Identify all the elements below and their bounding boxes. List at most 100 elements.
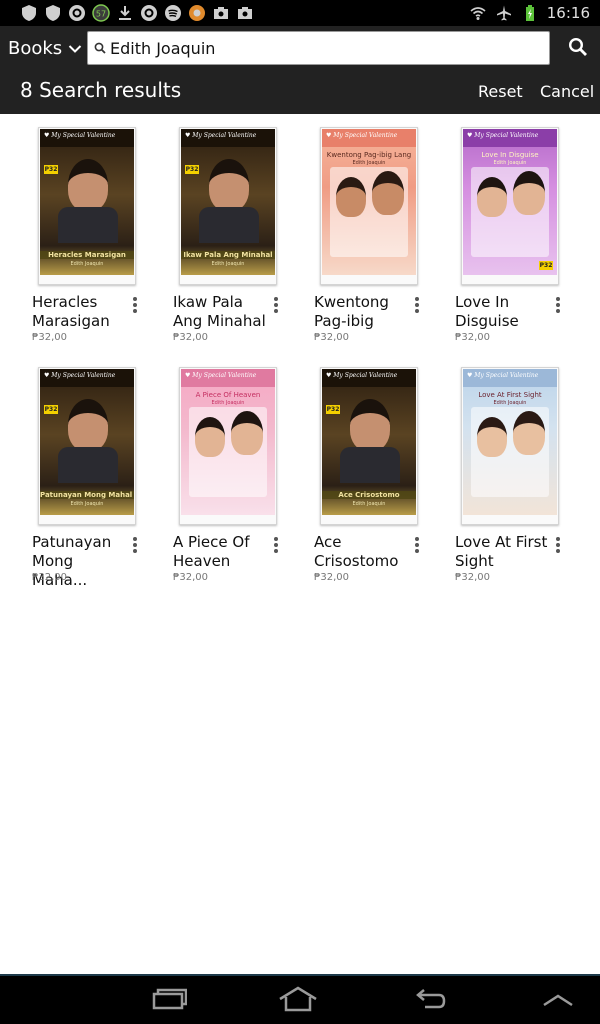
- book-title[interactable]: Love At First Sight: [455, 533, 555, 571]
- status-time: 16:16: [546, 4, 590, 22]
- book-title[interactable]: A Piece Of Heaven: [173, 533, 273, 571]
- cover-series-label: ♥ My Special Valentine: [40, 129, 134, 147]
- book-title[interactable]: Heracles Marasigan: [32, 293, 132, 331]
- cover-figure: [195, 417, 225, 457]
- book-title[interactable]: Kwentong Pag-ibig: [314, 293, 414, 331]
- download-icon: [116, 4, 134, 22]
- book-item[interactable]: ♥ My Special Valentine Heracles Marasigan…: [32, 114, 160, 343]
- overflow-menu-icon[interactable]: [553, 295, 563, 315]
- battery-icon: [521, 4, 539, 22]
- recent-apps-icon: [151, 987, 188, 1015]
- book-title[interactable]: Ace Crisostomo: [314, 533, 414, 571]
- up-chevron-icon: [542, 992, 574, 1011]
- book-cover[interactable]: ♥ My Special Valentine Ace Crisostomo Edit…: [320, 367, 418, 525]
- book-cover[interactable]: ♥ My Special Valentine Heracles Marasigan…: [38, 127, 136, 285]
- menu-dot: [556, 537, 560, 541]
- search-input[interactable]: [106, 38, 549, 58]
- overflow-menu-icon[interactable]: [271, 295, 281, 315]
- overflow-menu-icon[interactable]: [130, 295, 140, 315]
- cover-author-text: Edith Joaquin: [70, 501, 104, 507]
- menu-dot: [133, 303, 137, 307]
- menu-dot: [415, 537, 419, 541]
- book-cover[interactable]: ♥ My Special Valentine Love At First Sigh…: [461, 367, 559, 525]
- book-cover-art: ♥ My Special Valentine A Piece Of Heaven E…: [181, 369, 275, 515]
- cover-author-text: Edith Joaquin: [352, 501, 386, 507]
- menu-dot: [556, 543, 560, 547]
- overflow-menu-icon[interactable]: [412, 295, 422, 315]
- cover-title-text: Kwentong Pag-ibig Lang: [326, 151, 412, 159]
- book-cover-art: ♥ My Special Valentine Love At First Sigh…: [463, 369, 557, 515]
- book-price: ₱32,00: [314, 572, 349, 583]
- book-cover[interactable]: ♥ My Special Valentine Kwentong Pag-ibig …: [320, 127, 418, 285]
- cover-author-text: Edith Joaquin: [211, 400, 245, 406]
- menu-dot: [556, 549, 560, 553]
- menu-up-button[interactable]: [538, 986, 578, 1016]
- cover-figure: [231, 411, 263, 455]
- menu-dot: [415, 303, 419, 307]
- shield-icon: [20, 4, 38, 22]
- book-price: ₱32,00: [455, 332, 490, 343]
- cover-figure: [199, 207, 259, 243]
- book-item[interactable]: ♥ My Special Valentine A Piece Of Heaven E…: [173, 354, 301, 583]
- book-item[interactable]: ♥ My Special Valentine Patunayan Mong Mah…: [32, 354, 160, 589]
- books-dropdown[interactable]: Books: [8, 38, 82, 59]
- book-cover[interactable]: ♥ My Special Valentine Ikaw Pala Ang Mina…: [179, 127, 277, 285]
- book-cover[interactable]: ♥ My Special Valentine Patunayan Mong Mah…: [38, 367, 136, 525]
- cover-figure: [477, 177, 507, 217]
- spotify-icon: [164, 4, 182, 22]
- app-icon: [140, 4, 158, 22]
- notification-icons: 57: [20, 4, 254, 22]
- status-bar: 57 16:16: [0, 0, 600, 26]
- cover-series-label: ♥ My Special Valentine: [463, 129, 557, 147]
- cover-author-text: Edith Joaquin: [352, 160, 386, 166]
- menu-dot: [274, 297, 278, 301]
- search-box[interactable]: [87, 31, 550, 65]
- recent-apps-button[interactable]: [149, 986, 189, 1016]
- app-icon: [188, 4, 206, 22]
- book-item[interactable]: ♥ My Special Valentine Love In Disguise Ed…: [455, 114, 583, 343]
- search-button[interactable]: [565, 36, 591, 62]
- book-price: ₱32,00: [455, 572, 490, 583]
- book-item[interactable]: ♥ My Special Valentine Ace Crisostomo Edit…: [314, 354, 442, 583]
- book-cover-art: ♥ My Special Valentine Ikaw Pala Ang Mina…: [181, 129, 275, 275]
- home-button[interactable]: [278, 986, 318, 1016]
- menu-dot: [415, 297, 419, 301]
- book-item[interactable]: ♥ My Special Valentine Love At First Sigh…: [455, 354, 583, 583]
- cover-price-sticker: P32: [44, 405, 58, 414]
- search-icon: [568, 37, 588, 61]
- shield-icon: [44, 4, 62, 22]
- home-icon: [278, 986, 318, 1016]
- cover-title-text: Ace Crisostomo: [322, 491, 416, 499]
- cover-figure: [336, 177, 366, 217]
- cover-figure: [350, 399, 390, 451]
- books-dropdown-label: Books: [8, 38, 63, 59]
- book-title[interactable]: Ikaw Pala Ang Minahal: [173, 293, 273, 331]
- overflow-menu-icon[interactable]: [412, 535, 422, 555]
- book-cover[interactable]: ♥ My Special Valentine Love In Disguise Ed…: [461, 127, 559, 285]
- reset-button[interactable]: Reset: [478, 82, 523, 101]
- wifi-icon: [469, 4, 487, 22]
- back-button[interactable]: [409, 986, 449, 1016]
- overflow-menu-icon[interactable]: [130, 535, 140, 555]
- book-title[interactable]: Love In Disguise: [455, 293, 555, 331]
- menu-dot: [415, 309, 419, 313]
- cover-figure: [68, 159, 108, 211]
- cover-author-text: Edith Joaquin: [493, 160, 527, 166]
- overflow-menu-icon[interactable]: [553, 535, 563, 555]
- results-count: 8 Search results: [20, 78, 182, 102]
- camera-icon: [212, 4, 230, 22]
- menu-dot: [274, 549, 278, 553]
- book-cover[interactable]: ♥ My Special Valentine A Piece Of Heaven E…: [179, 367, 277, 525]
- overflow-menu-icon[interactable]: [271, 535, 281, 555]
- cover-series-label: ♥ My Special Valentine: [463, 369, 557, 387]
- book-cover-art: ♥ My Special Valentine Love In Disguise Ed…: [463, 129, 557, 275]
- cover-series-label: ♥ My Special Valentine: [40, 369, 134, 387]
- cover-title-text: Heracles Marasigan: [40, 251, 134, 259]
- book-item[interactable]: ♥ My Special Valentine Kwentong Pag-ibig …: [314, 114, 442, 343]
- action-bar: Books 8 Search results Reset Cancel: [0, 26, 600, 114]
- cancel-button[interactable]: Cancel: [540, 82, 594, 101]
- menu-dot: [133, 543, 137, 547]
- menu-dot: [274, 303, 278, 307]
- book-item[interactable]: ♥ My Special Valentine Ikaw Pala Ang Mina…: [173, 114, 301, 343]
- menu-dot: [133, 309, 137, 313]
